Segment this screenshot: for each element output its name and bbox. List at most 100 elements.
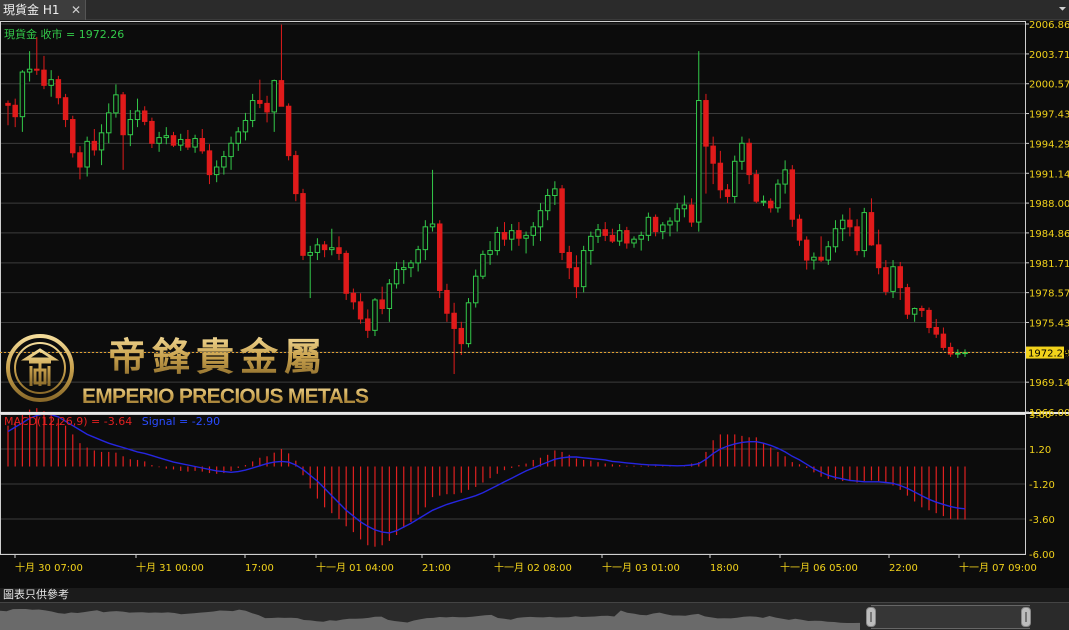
candle-up <box>588 235 594 252</box>
candle-up <box>911 307 918 315</box>
candle-up <box>775 183 781 209</box>
candle-down <box>41 69 47 86</box>
candle-down <box>926 309 932 328</box>
candle-down <box>70 119 76 154</box>
candle-up <box>681 204 688 210</box>
candle-down <box>264 102 270 113</box>
candle-down <box>170 135 177 146</box>
time-tick-label: 17:00 <box>245 563 274 574</box>
candle-down <box>724 189 731 197</box>
candle-down <box>199 138 206 152</box>
time-tick-label: 十月 30 07:00 <box>15 561 83 574</box>
time-tick-label: 十一月 03 01:00 <box>602 561 680 574</box>
candle-down <box>185 138 191 148</box>
candle-up <box>530 226 537 236</box>
navigator-right-handle[interactable] <box>1021 607 1031 627</box>
time-tick-label: 21:00 <box>422 563 451 574</box>
macd-histogram <box>7 408 966 547</box>
candle-down <box>854 226 860 252</box>
chevron-down-icon[interactable]: ⏷ <box>1056 0 1069 20</box>
company-logo: 帝鋒貴金屬 EMPERIO PRECIOUS METALS <box>6 334 369 408</box>
price-tick-label: 1981.71 <box>1029 259 1069 270</box>
candle-down <box>206 150 213 176</box>
candle-up <box>508 230 515 240</box>
candle-up <box>127 119 134 136</box>
navigator-window[interactable] <box>871 605 1030 629</box>
candle-down <box>796 218 803 241</box>
candle-down <box>149 120 155 144</box>
candle-down <box>847 219 853 228</box>
candle-up <box>307 251 313 256</box>
candle-up <box>415 249 421 264</box>
candle-down <box>501 232 508 240</box>
macd-label: MACD(12,26,9) = -3.64 Signal = -2.90 <box>4 415 220 428</box>
candle-up <box>213 166 220 176</box>
candle-down <box>293 155 299 195</box>
candle-up <box>732 160 738 197</box>
macd-tick-label: -6.00 <box>1029 550 1055 561</box>
candle-up <box>890 266 896 292</box>
candle-up <box>422 226 429 251</box>
candle-down <box>818 256 824 261</box>
logo-emblem-icon <box>20 348 60 386</box>
candle-up <box>667 220 673 226</box>
candle-down <box>868 212 875 246</box>
candle-down <box>624 230 630 244</box>
tab-chart-spot-gold[interactable]: 現貨金 H1 ✕ <box>0 0 86 20</box>
candle-up <box>48 79 54 86</box>
price-tick-label: 1978.57 <box>1029 289 1069 300</box>
candle-up <box>631 238 637 244</box>
candle-down <box>120 94 126 136</box>
navigator-scrollbar[interactable] <box>0 602 1069 630</box>
candle-up <box>595 229 601 237</box>
candle-up <box>494 232 501 252</box>
price-tick-label: 1997.43 <box>1029 110 1069 121</box>
navigator-left-handle[interactable] <box>866 607 876 627</box>
candle-down <box>285 105 292 157</box>
candle-down <box>436 223 443 291</box>
candle-down <box>444 289 450 314</box>
candle-down <box>566 251 572 269</box>
candle-up <box>314 244 321 253</box>
macd-value-label: MACD(12,26,9) = -3.64 <box>4 415 132 428</box>
candle-down <box>141 110 148 122</box>
candle-down <box>875 244 882 269</box>
price-series-label: 現貨金 收市 = 1972.26 <box>4 27 124 41</box>
price-tick-label: 2000.57 <box>1029 80 1069 91</box>
macd-tick-label: -1.20 <box>1029 480 1055 491</box>
chart-canvas[interactable]: 2006.86 2003.71 2000.57 1997.43 1994.29 1991.… <box>0 21 1069 588</box>
price-tick-label: 1969.14 <box>1029 378 1069 389</box>
candle-down <box>55 79 62 99</box>
candle-down <box>458 327 465 345</box>
candle-up <box>839 219 846 230</box>
candle-down <box>379 299 385 309</box>
chart-area[interactable]: 2006.86 2003.71 2000.57 1997.43 1994.29 1991.… <box>0 21 1069 588</box>
candle-up <box>329 247 335 251</box>
candle-down <box>343 252 349 294</box>
candle-up <box>739 142 745 162</box>
price-tick-label: 1988.00 <box>1029 199 1069 210</box>
candle-up <box>674 208 680 222</box>
candle-down <box>573 267 580 288</box>
candle-up <box>408 262 414 269</box>
price-tick-label: 1984.86 <box>1029 229 1069 240</box>
candle-up <box>106 112 112 134</box>
price-tick-label: 1994.29 <box>1029 139 1069 150</box>
close-icon[interactable]: ✕ <box>68 0 84 20</box>
candle-up <box>271 80 277 113</box>
candle-down <box>883 267 889 292</box>
candle-up <box>465 302 472 345</box>
candle-up <box>832 228 839 248</box>
candle-up <box>177 138 184 146</box>
price-tick-label: 1975.43 <box>1029 318 1069 329</box>
candle-up <box>84 140 90 168</box>
footer-note: 圖表只供參考 <box>3 588 69 601</box>
candle-up <box>487 250 493 255</box>
candle-up <box>638 234 644 240</box>
candle-down <box>717 162 724 191</box>
candle-up <box>616 230 623 242</box>
candle-up <box>760 200 767 203</box>
candle-down <box>652 216 659 233</box>
candle-down <box>897 266 903 289</box>
last-price-value: 1972.26 <box>1028 349 1069 360</box>
